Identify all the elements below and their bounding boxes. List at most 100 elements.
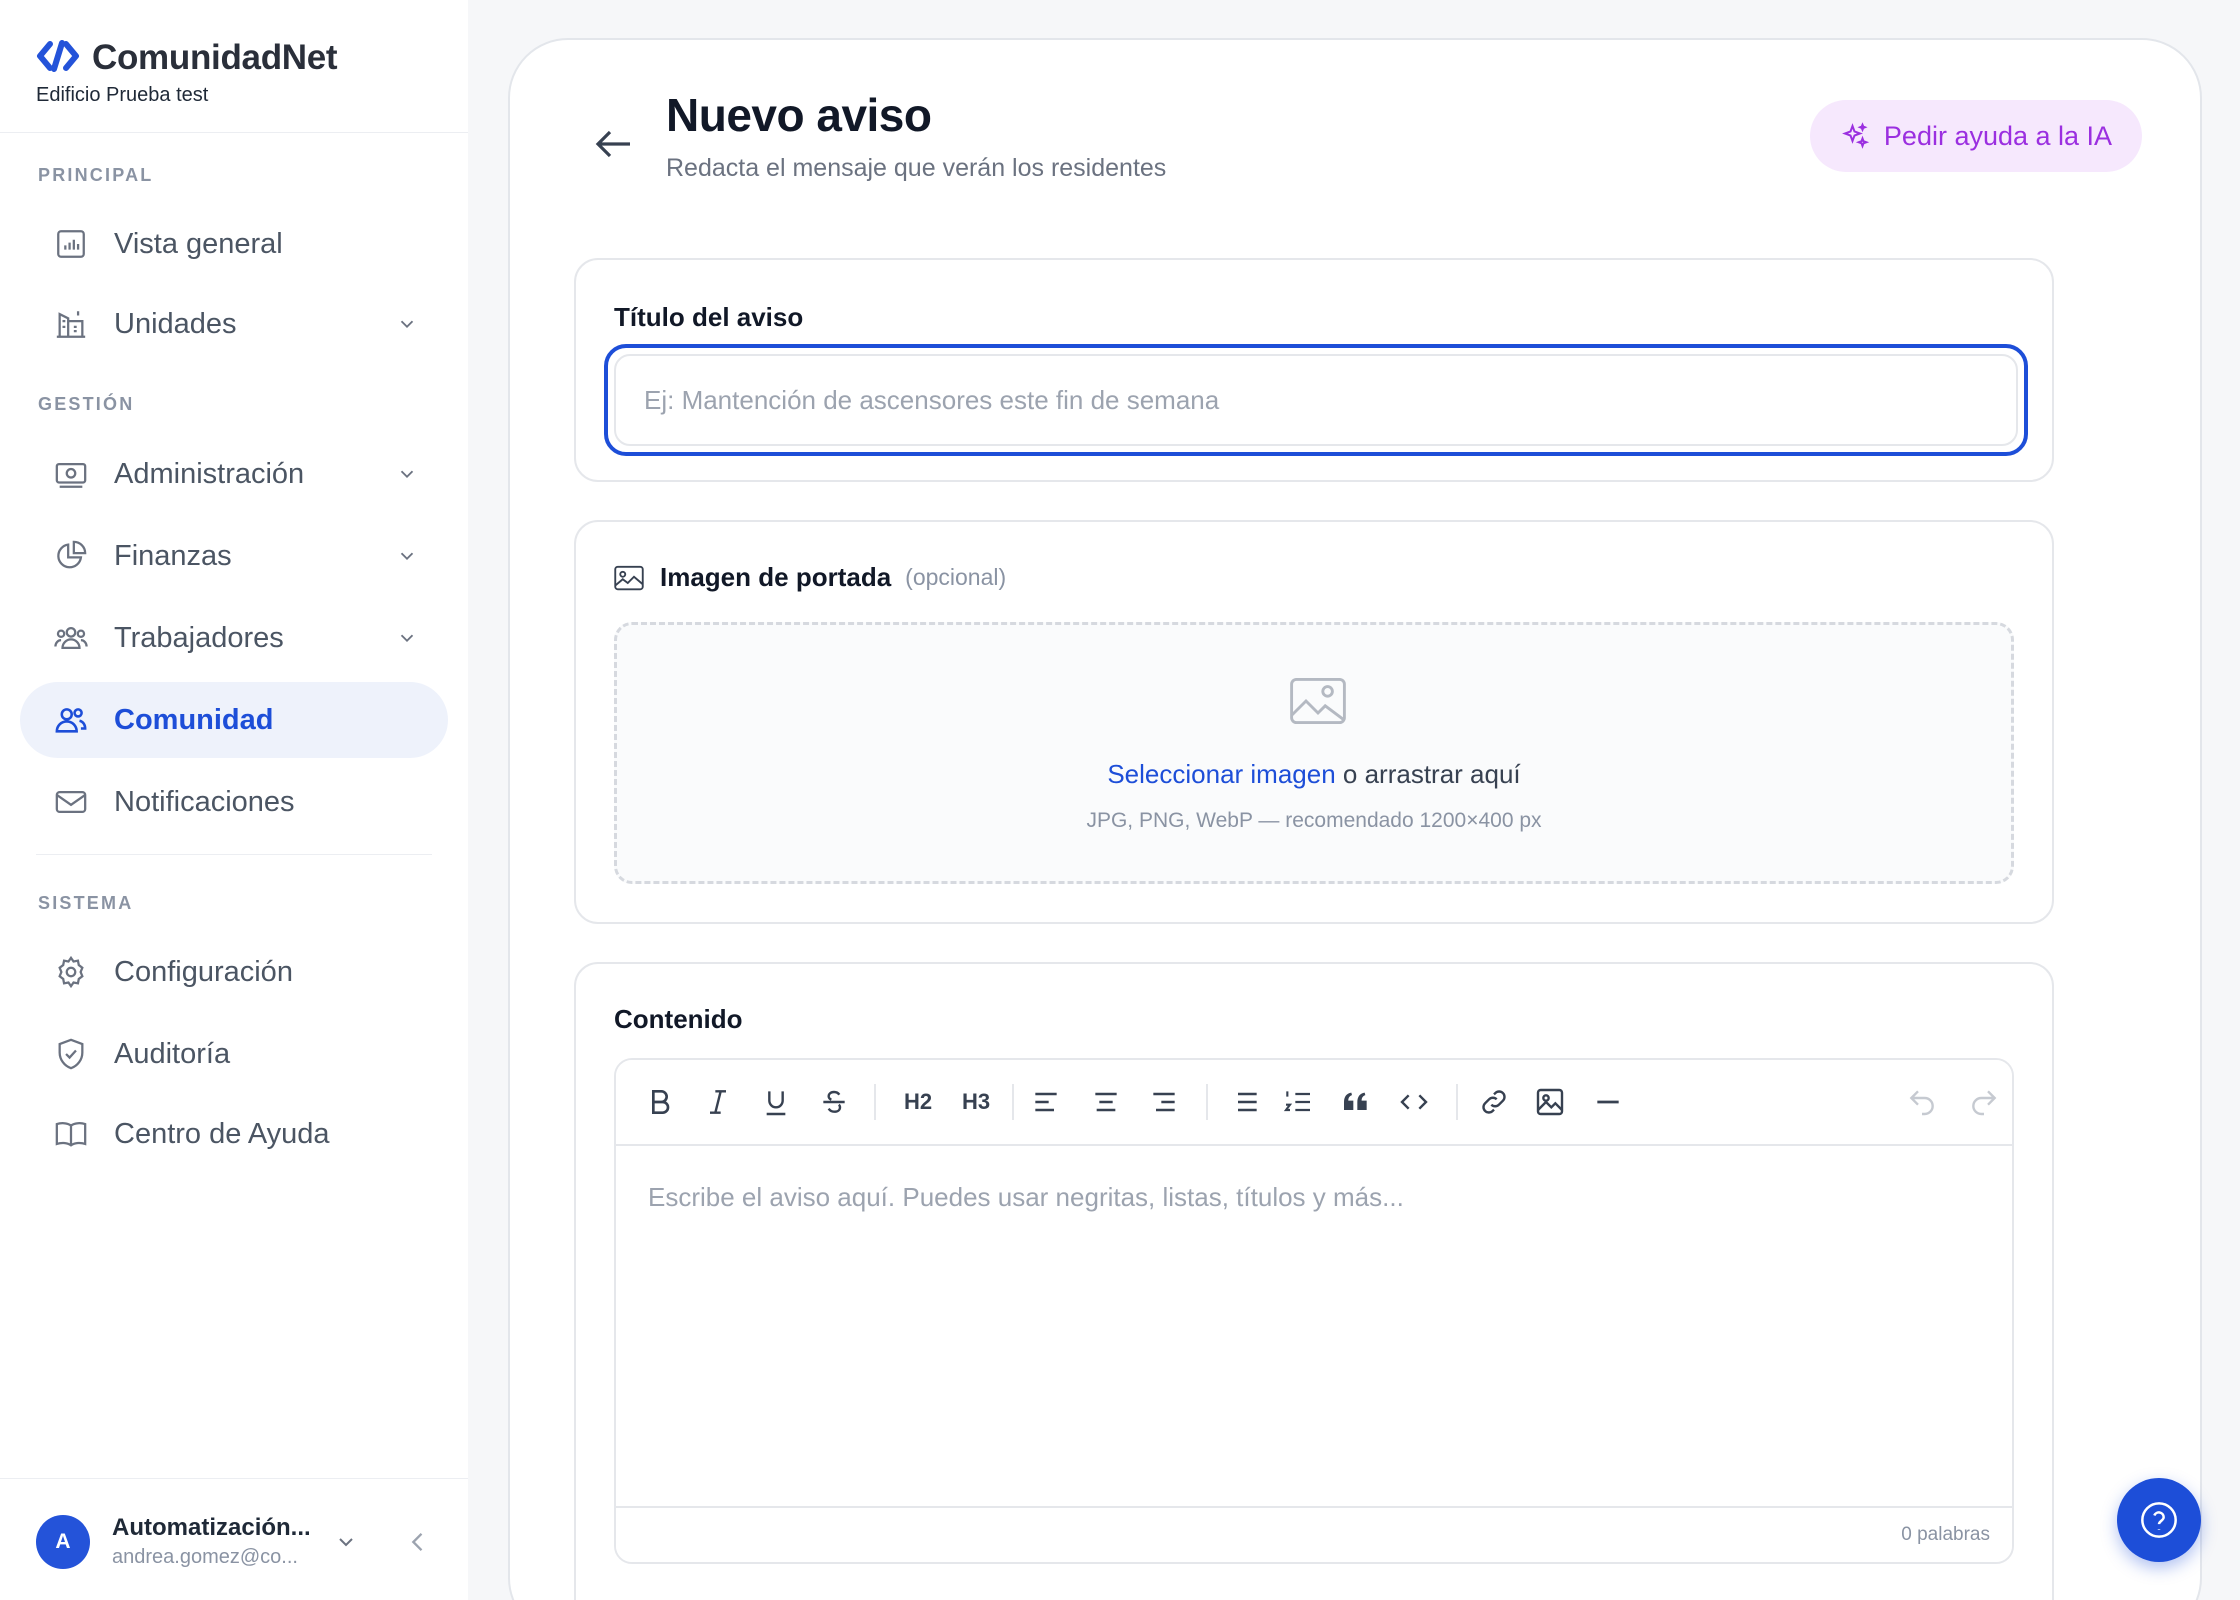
select-image-link[interactable]: Seleccionar imagen [1107, 759, 1335, 789]
underline-icon[interactable] [760, 1084, 792, 1120]
collapse-sidebar-icon[interactable] [404, 1528, 432, 1556]
user-name: Automatización... [112, 1514, 311, 1541]
code-icon[interactable] [1398, 1084, 1430, 1120]
sidebar-item-auditoria[interactable]: Auditoría [20, 1016, 448, 1092]
insert-image-icon[interactable] [1534, 1084, 1566, 1120]
editor-content-area[interactable]: Escribe el aviso aquí. Puedes usar negri… [616, 1146, 2012, 1510]
sidebar-item-label: Auditoría [114, 1037, 231, 1070]
align-left-icon[interactable] [1030, 1084, 1062, 1120]
dropzone-text: Seleccionar imagen o arrastrar aquí [617, 759, 2011, 790]
bullet-list-icon[interactable] [1230, 1084, 1262, 1120]
sidebar-item-finanzas[interactable]: Finanzas [20, 518, 448, 594]
sidebar-item-label: Trabajadores [114, 621, 284, 654]
building-icon [52, 305, 90, 343]
word-count: 0 palabras [1901, 1524, 1990, 1545]
gear-icon [52, 953, 90, 991]
sidebar-item-centro-ayuda[interactable]: Centro de Ayuda [20, 1096, 448, 1172]
editor-footer: 0 palabras [616, 1506, 2012, 1562]
numbered-list-icon[interactable] [1282, 1084, 1314, 1120]
image-placeholder-icon [1290, 677, 1346, 725]
title-input[interactable] [614, 354, 2018, 446]
chevron-down-icon [400, 634, 414, 643]
user-menu[interactable]: A Automatización... andrea.gomez@co... [36, 1510, 436, 1574]
toolbar-separator [874, 1084, 876, 1120]
section-label-sistema: SISTEMA [38, 893, 134, 913]
mail-icon [52, 783, 90, 821]
chart-icon [52, 225, 90, 263]
sidebar-item-label: Vista general [114, 227, 283, 260]
drag-text: o arrastrar aquí [1335, 759, 1521, 789]
sidebar: ComunidadNet Edificio Prueba test PRINCI… [0, 0, 468, 1600]
ai-help-label: Pedir ayuda a la IA [1883, 120, 2113, 151]
page-subtitle: Redacta el mensaje que verán los residen… [666, 154, 1167, 182]
heading-3-button[interactable]: H3 [954, 1084, 998, 1120]
sidebar-item-label: Comunidad [114, 703, 274, 736]
strikethrough-icon[interactable] [818, 1084, 850, 1120]
help-button[interactable] [2117, 1478, 2201, 1562]
sidebar-item-label: Finanzas [114, 539, 232, 572]
sidebar-item-vista-general[interactable]: Vista general [20, 206, 448, 282]
redo-icon[interactable] [1968, 1084, 2000, 1120]
book-icon [52, 1115, 90, 1153]
sidebar-item-configuracion[interactable]: Configuración [20, 934, 448, 1010]
ai-help-button[interactable]: Pedir ayuda a la IA [1810, 100, 2142, 172]
title-input-focus-ring [604, 344, 2028, 456]
brand: ComunidadNet Edificio Prueba test [36, 38, 338, 107]
chevron-down-icon [400, 552, 414, 561]
sidebar-item-unidades[interactable]: Unidades [20, 286, 448, 362]
heading-2-button[interactable]: H2 [896, 1084, 940, 1120]
brand-name: ComunidadNet [92, 38, 338, 77]
users-icon [52, 701, 90, 739]
title-card: Título del aviso [574, 258, 2054, 482]
link-icon[interactable] [1478, 1084, 1510, 1120]
toolbar-separator [1012, 1084, 1014, 1120]
divider [36, 854, 432, 855]
toolbar-separator [1206, 1084, 1208, 1120]
sidebar-item-label: Configuración [114, 955, 293, 988]
page-title: Nuevo aviso [666, 89, 932, 141]
sidebar-item-notificaciones[interactable]: Notificaciones [20, 764, 448, 840]
sidebar-item-label: Unidades [114, 307, 237, 340]
building-name: Edificio Prueba test [36, 84, 209, 106]
pie-chart-icon [52, 537, 90, 575]
quote-icon[interactable] [1340, 1084, 1372, 1120]
image-dropzone[interactable]: Seleccionar imagen o arrastrar aquí JPG,… [614, 622, 2014, 884]
avatar: A [36, 1515, 90, 1569]
sidebar-item-comunidad[interactable]: Comunidad [20, 682, 448, 758]
divider [0, 1478, 468, 1479]
undo-icon[interactable] [1906, 1084, 1938, 1120]
toolbar-separator [1456, 1084, 1458, 1120]
sidebar-item-administracion[interactable]: Administración [20, 436, 448, 512]
sidebar-item-trabajadores[interactable]: Trabajadores [20, 600, 448, 676]
sidebar-item-label: Centro de Ayuda [114, 1117, 330, 1150]
dropzone-hint: JPG, PNG, WebP — recomendado 1200×400 px [1086, 809, 1542, 832]
cover-image-card: Imagen de portada (opcional) Seleccionar… [574, 520, 2054, 924]
content-label: Contenido [614, 1004, 743, 1034]
section-label-gestion: GESTIÓN [38, 394, 135, 414]
team-icon [52, 619, 90, 657]
rich-text-editor: H2 H3 Escribe el aviso aquí. Puedes usar… [614, 1058, 2014, 1564]
content-card: Contenido H2 H3 Escribe el aviso aquí. P… [574, 962, 2054, 1600]
editor-toolbar: H2 H3 [616, 1060, 2012, 1146]
chevron-down-icon [400, 320, 414, 329]
title-label: Título del aviso [614, 302, 804, 332]
divider [0, 132, 468, 133]
user-email: andrea.gomez@co... [112, 1546, 298, 1568]
cover-label: Imagen de portada [660, 562, 892, 592]
chevron-down-icon[interactable] [334, 1530, 358, 1554]
align-center-icon[interactable] [1090, 1084, 1122, 1120]
sidebar-item-label: Notificaciones [114, 785, 295, 818]
align-right-icon[interactable] [1148, 1084, 1180, 1120]
sidebar-item-label: Administración [114, 457, 305, 490]
question-icon [2141, 1502, 2177, 1538]
money-icon [52, 455, 90, 493]
italic-icon[interactable] [702, 1084, 734, 1120]
bold-icon[interactable] [644, 1084, 676, 1120]
brand-logo-icon [36, 39, 80, 77]
sparkles-icon [1841, 122, 1870, 149]
cover-optional: (opcional) [905, 564, 1007, 590]
horizontal-rule-icon[interactable] [1592, 1084, 1624, 1120]
back-arrow-icon[interactable] [590, 120, 638, 168]
main-panel: Nuevo aviso Redacta el mensaje que verán… [508, 38, 2202, 1600]
section-label-principal: PRINCIPAL [38, 165, 154, 185]
